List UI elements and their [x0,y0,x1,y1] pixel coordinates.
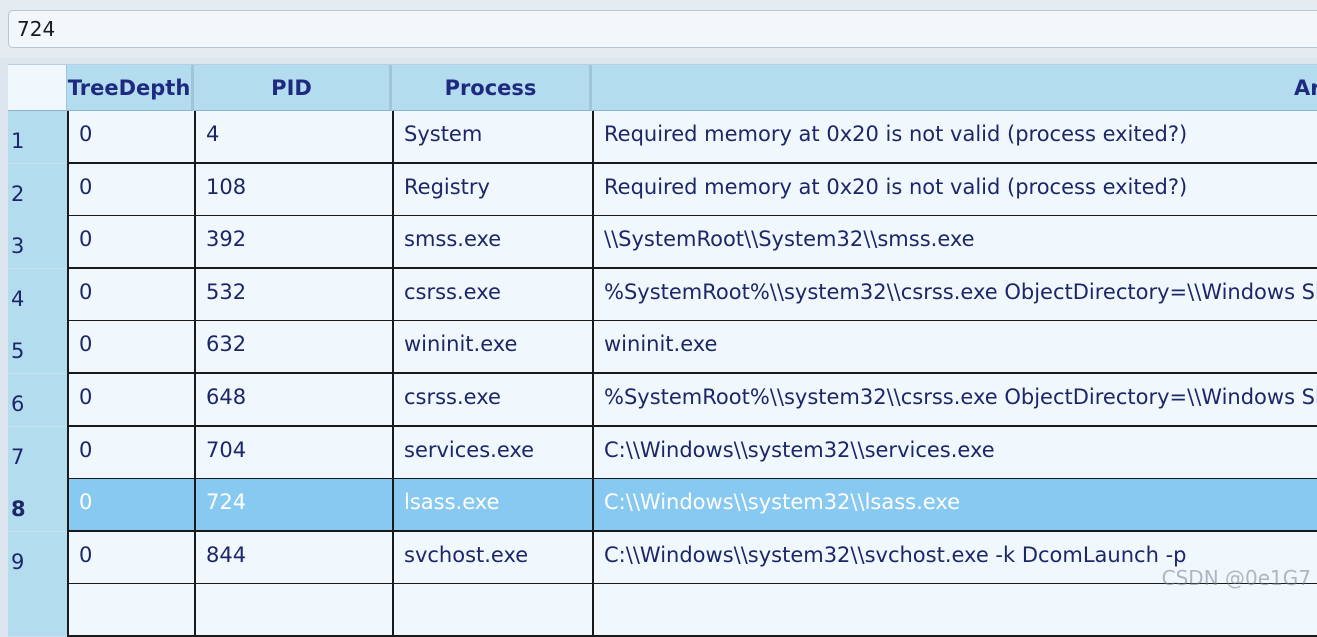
cell-treedepth[interactable]: 0 [67,374,194,427]
cell-pid[interactable]: 632 [194,321,392,375]
table-row[interactable]: 5 0 632 wininit.exe wininit.exe [8,321,1317,375]
cell-treedepth[interactable]: 0 [67,479,194,533]
cell-args[interactable]: %SystemRoot%\\system32\\csrss.exe Object… [592,268,1317,322]
cell-pid[interactable]: 648 [194,374,392,427]
cell-args[interactable]: C:\\Windows\\system32\\lsass.exe [592,479,1317,533]
cell-treedepth[interactable]: 0 [67,111,194,164]
row-number[interactable]: 4 [8,268,67,322]
row-number[interactable]: 1 [8,111,67,164]
row-number[interactable]: 2 [8,163,67,217]
table-row[interactable]: 3 0 392 smss.exe \\SystemRoot\\System32\\sms… [8,216,1317,270]
cell-pid[interactable] [194,584,392,637]
cell-args[interactable] [592,584,1317,637]
row-number[interactable]: 7 [8,426,67,480]
cell-process[interactable]: smss.exe [392,216,592,270]
row-number[interactable] [8,584,67,637]
column-header-process[interactable]: Process [392,65,592,111]
watermark: CSDN @0e1G7 [1161,566,1311,590]
row-number[interactable]: 6 [8,374,67,427]
table-row[interactable] [8,584,1317,637]
table-row[interactable]: 2 0 108 Registry Required memory at 0x20 is … [8,163,1317,217]
cell-pid[interactable]: 704 [194,426,392,480]
cell-args[interactable]: C:\\Windows\\system32\\services.exe [592,426,1317,480]
cell-pid[interactable]: 844 [194,531,392,585]
cell-args[interactable]: %SystemRoot%\\system32\\csrss.exe Object… [592,374,1317,427]
row-header-corner[interactable] [8,65,67,111]
cell-pid[interactable]: 108 [194,163,392,217]
column-header-treedepth[interactable]: TreeDepth [67,65,194,111]
process-table: TreeDepth PID Process Ar 104SystemRequir… [8,64,1317,637]
cell-treedepth[interactable]: 0 [67,268,194,322]
cell-pid[interactable]: 724 [194,479,392,533]
row-number[interactable]: 9 [8,531,67,585]
cell-treedepth[interactable]: 0 [67,321,194,375]
table-row[interactable]: 9 0 844 svchost.exe C:\\Windows\\system32\\s… [8,531,1317,585]
column-header-args[interactable]: Ar [592,65,1317,111]
table-row[interactable]: 6 0 648 csrss.exe %SystemRoot%\\system32\\cs… [8,374,1317,427]
cell-pid[interactable]: 4 [194,111,392,164]
cell-process[interactable]: services.exe [392,426,592,480]
cell-pid[interactable]: 532 [194,268,392,322]
cell-process[interactable]: lsass.exe [392,479,592,533]
row-number[interactable]: 8 [8,479,67,533]
table-row[interactable]: 1 0 4 System Required memory at 0x20 is not … [8,111,1317,164]
row-number[interactable]: 3 [8,216,67,270]
cell-process[interactable]: wininit.exe [392,321,592,375]
row-number[interactable]: 5 [8,321,67,375]
cell-treedepth[interactable] [67,584,194,637]
cell-pid[interactable]: 392 [194,216,392,270]
cell-process[interactable]: svchost.exe [392,531,592,585]
cell-treedepth[interactable]: 0 [67,163,194,217]
cell-treedepth[interactable]: 0 [67,216,194,270]
cell-treedepth[interactable]: 0 [67,426,194,480]
search-input[interactable]: 724 [8,10,1317,48]
cell-args[interactable]: Required memory at 0x20 is not valid (pr… [592,163,1317,217]
cell-process[interactable]: csrss.exe [392,374,592,427]
cell-process[interactable] [392,584,592,637]
cell-process[interactable]: System [392,111,592,164]
table-row[interactable]: 4 0 532 csrss.exe %SystemRoot%\\system32\\cs… [8,268,1317,322]
table-row[interactable]: 8 0 724 lsass.exe C:\\Windows\\system32\\lsa… [8,479,1317,533]
cell-process[interactable]: csrss.exe [392,268,592,322]
cell-args[interactable]: Required memory at 0x20 is not valid (pr… [592,111,1317,164]
search-bar: 724 [0,0,1317,58]
cell-args[interactable]: \\SystemRoot\\System32\\smss.exe [592,216,1317,270]
cell-treedepth[interactable]: 0 [67,531,194,585]
cell-args[interactable]: wininit.exe [592,321,1317,375]
table-row[interactable]: 7 0 704 services.exe C:\\Windows\\system32\\… [8,426,1317,480]
cell-process[interactable]: Registry [392,163,592,217]
column-header-pid[interactable]: PID [194,65,392,111]
